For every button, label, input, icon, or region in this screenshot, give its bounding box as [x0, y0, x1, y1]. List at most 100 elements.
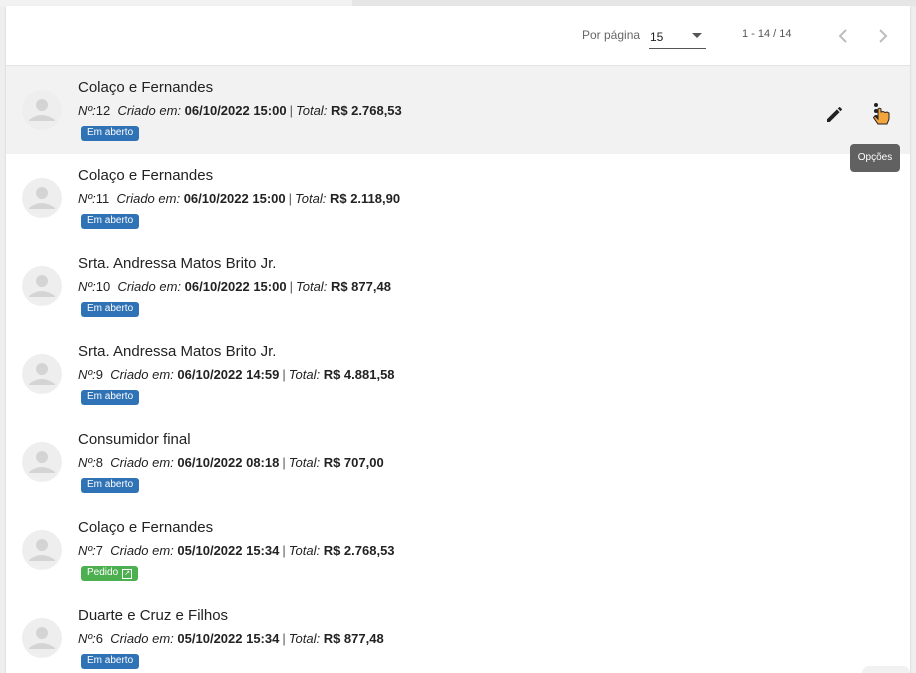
created-label: Criado em:	[117, 279, 182, 294]
total-value: R$ 877,48	[323, 631, 384, 646]
page-range: 1 - 14 / 14	[742, 28, 792, 40]
status-badge: Em aberto	[81, 126, 140, 141]
quote-number: 6	[95, 631, 103, 646]
created-label: Criado em:	[110, 367, 174, 382]
list-item[interactable]: Colaço e Fernandes Nº:12 Criado em: 06/1…	[6, 66, 910, 154]
total-label: Total:	[288, 455, 321, 470]
external-link-icon: ↗	[122, 569, 133, 579]
next-page-button[interactable]	[871, 24, 895, 48]
created-label: Criado em:	[110, 543, 174, 558]
created-label: Criado em:	[117, 103, 182, 118]
total-label: Total:	[295, 279, 328, 294]
created-label: Criado em:	[116, 191, 181, 206]
total-value: R$ 877,48	[330, 279, 391, 294]
total-value: R$ 707,00	[323, 455, 384, 470]
quote-number: 8	[95, 455, 103, 470]
customer-name: Srta. Andressa Matos Brito Jr.	[78, 255, 277, 272]
avatar	[22, 90, 62, 130]
number-label: Nº:	[78, 455, 96, 470]
avatar	[22, 618, 62, 658]
list-item[interactable]: Consumidor final Nº:8 Criado em: 06/10/2…	[6, 418, 910, 506]
options-tooltip: Opções	[850, 144, 900, 172]
chevron-left-icon	[838, 29, 847, 43]
created-date: 06/10/2022 08:18	[177, 455, 280, 470]
customer-name: Duarte e Cruz e Filhos	[78, 607, 229, 624]
total-label: Total:	[295, 103, 328, 118]
total-label: Total:	[288, 367, 321, 382]
total-value: R$ 2.118,90	[329, 191, 401, 206]
options-button[interactable]	[868, 100, 894, 128]
edit-button[interactable]	[823, 102, 847, 126]
person-icon	[29, 451, 55, 473]
customer-name: Colaço e Fernandes	[78, 519, 214, 536]
quote-meta: Nº:12 Criado em: 06/10/2022 15:00 | Total:…	[78, 103, 402, 118]
created-date: 06/10/2022 14:59	[177, 367, 280, 382]
customer-name: Srta. Andressa Matos Brito Jr.	[78, 343, 277, 360]
quote-meta: Nº:11 Criado em: 06/10/2022 15:00 | Total:…	[78, 191, 401, 206]
avatar	[22, 178, 62, 218]
quotes-list: Colaço e Fernandes Nº:12 Criado em: 06/1…	[6, 66, 910, 673]
created-date: 06/10/2022 15:00	[183, 191, 286, 206]
quote-meta: Nº:9 Criado em: 06/10/2022 14:59 | Total: …	[78, 367, 395, 382]
status-badge: Em aberto	[81, 390, 140, 405]
list-item[interactable]: Colaço e Fernandes Nº:7 Criado em: 05/10…	[6, 506, 910, 594]
chevron-right-icon	[879, 29, 888, 43]
status-badge: Em aberto	[81, 214, 140, 229]
dropdown-arrow-icon	[692, 33, 702, 38]
created-date: 05/10/2022 15:34	[177, 631, 280, 646]
quote-meta: Nº:6 Criado em: 05/10/2022 15:34 | Total: …	[78, 631, 384, 646]
customer-name: Colaço e Fernandes	[78, 79, 214, 96]
avatar	[22, 354, 62, 394]
quote-number: 7	[95, 543, 103, 558]
per-page-select[interactable]: 15	[649, 24, 706, 49]
person-icon	[29, 539, 55, 561]
avatar	[22, 442, 62, 482]
status-badge: Em aberto	[81, 302, 140, 317]
person-icon	[29, 363, 55, 385]
customer-name: Consumidor final	[78, 431, 191, 448]
created-date: 05/10/2022 15:34	[177, 543, 280, 558]
person-icon	[29, 187, 55, 209]
per-page-value: 15	[650, 30, 664, 44]
quote-number: 11	[95, 191, 110, 206]
person-icon	[29, 275, 55, 297]
number-label: Nº:	[78, 543, 96, 558]
status-badge: Em aberto	[81, 654, 140, 669]
quote-meta: Nº:7 Criado em: 05/10/2022 15:34 | Total: …	[78, 543, 395, 558]
quote-meta: Nº:8 Criado em: 06/10/2022 08:18 | Total: …	[78, 455, 384, 470]
total-value: R$ 4.881,58	[323, 367, 395, 382]
total-label: Total:	[288, 631, 321, 646]
number-label: Nº:	[78, 631, 96, 646]
quote-number: 12	[95, 103, 111, 118]
scroll-indicator[interactable]	[862, 666, 910, 673]
avatar	[22, 530, 62, 570]
list-item[interactable]: Duarte e Cruz e Filhos Nº:6 Criado em: 0…	[6, 594, 910, 673]
created-label: Criado em:	[110, 455, 174, 470]
pencil-icon	[827, 106, 843, 122]
person-icon	[29, 99, 55, 121]
status-badge: Em aberto	[81, 478, 140, 493]
list-item[interactable]: Srta. Andressa Matos Brito Jr. Nº:10 Cri…	[6, 242, 910, 330]
quote-number: 9	[95, 367, 103, 382]
quotes-list-card: Por página 15 1 - 14 / 14 Colaço e Ferna…	[6, 6, 910, 673]
quote-number: 10	[95, 279, 111, 294]
order-status-link[interactable]: Pedido ↗	[81, 566, 139, 581]
created-label: Criado em:	[110, 631, 174, 646]
quote-meta: Nº:10 Criado em: 06/10/2022 15:00 | Total:…	[78, 279, 391, 294]
avatar	[22, 266, 62, 306]
more-vert-icon	[872, 103, 890, 125]
total-value: R$ 2.768,53	[330, 103, 402, 118]
person-icon	[29, 627, 55, 649]
created-date: 06/10/2022 15:00	[184, 279, 287, 294]
created-date: 06/10/2022 15:00	[184, 103, 287, 118]
total-value: R$ 2.768,53	[323, 543, 395, 558]
paginator: Por página 15 1 - 14 / 14	[6, 6, 910, 66]
previous-page-button[interactable]	[831, 24, 855, 48]
list-item[interactable]: Srta. Andressa Matos Brito Jr. Nº:9 Cria…	[6, 330, 910, 418]
total-label: Total:	[288, 543, 321, 558]
list-item[interactable]: Colaço e Fernandes Nº:11 Criado em: 06/1…	[6, 154, 910, 242]
number-label: Nº:	[78, 279, 96, 294]
status-badge-label: Pedido	[87, 567, 119, 578]
number-label: Nº:	[78, 191, 96, 206]
total-label: Total:	[295, 191, 327, 206]
